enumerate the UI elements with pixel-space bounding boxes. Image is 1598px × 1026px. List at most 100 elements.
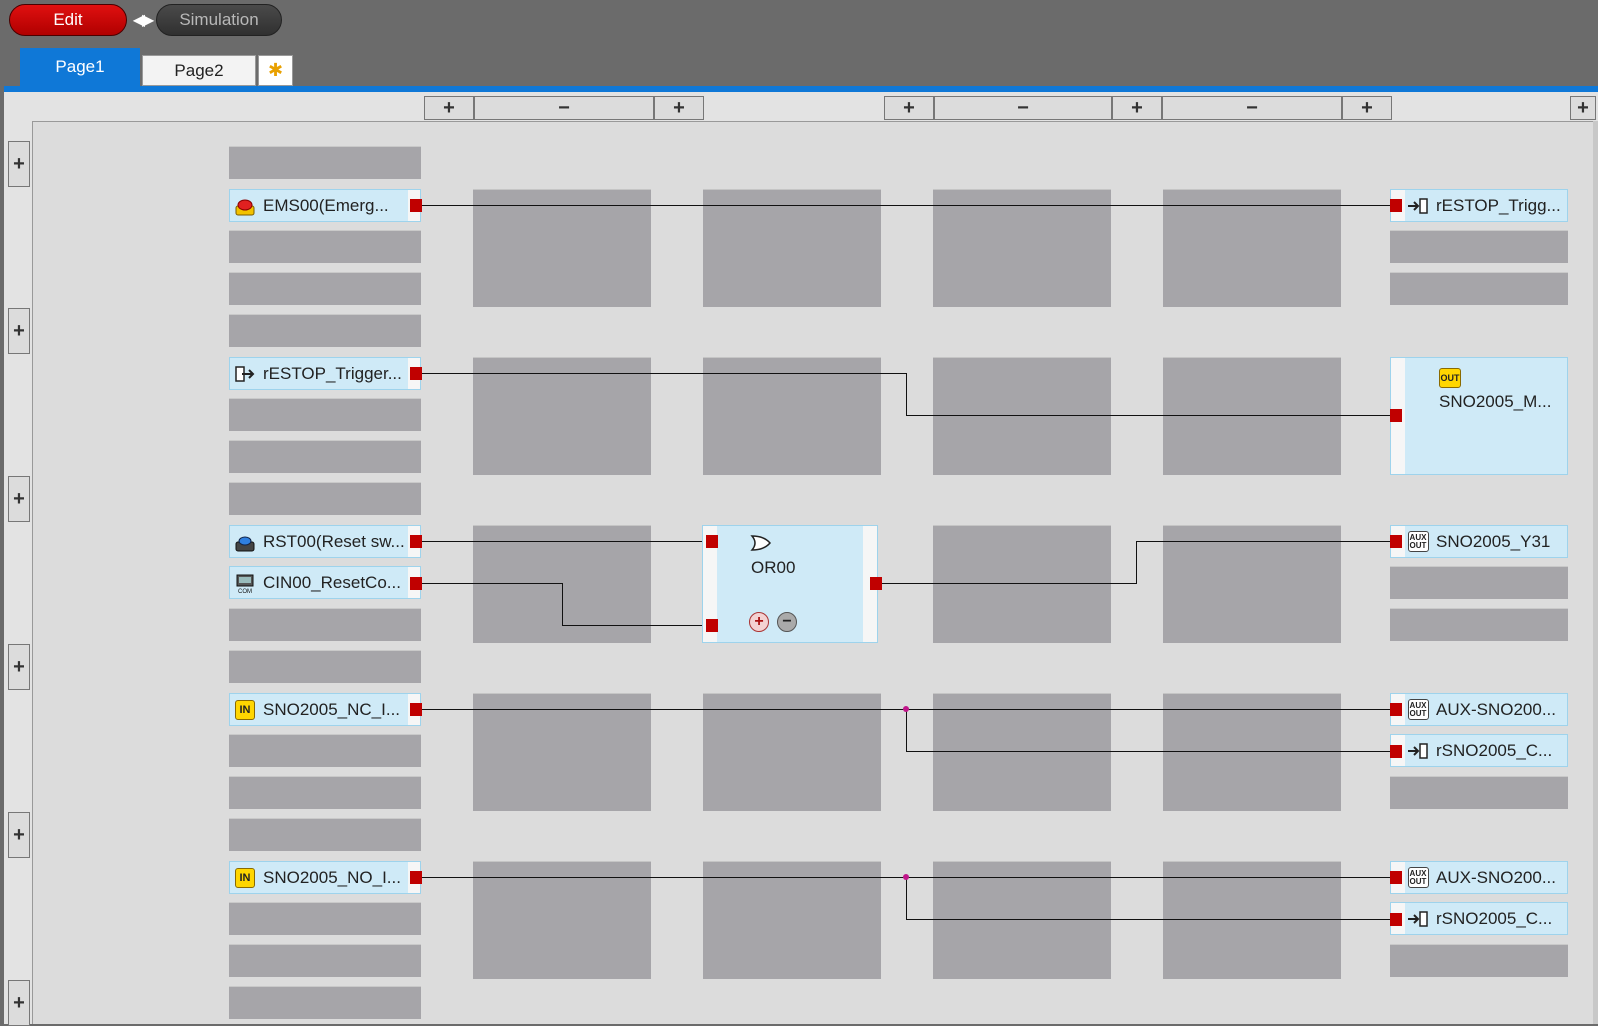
empty-function-slot[interactable] [473, 189, 651, 307]
row-add-button[interactable]: + [8, 476, 30, 522]
empty-input-slot[interactable] [229, 650, 421, 683]
empty-function-slot[interactable] [703, 693, 881, 811]
input-pin[interactable] [1390, 745, 1402, 758]
input-block-sno2005-nc[interactable]: IN SNO2005_NC_I... [229, 693, 421, 726]
empty-function-slot[interactable] [703, 189, 881, 307]
input-block-cin00[interactable]: COM CIN00_ResetCo... [229, 566, 421, 599]
empty-input-slot[interactable] [229, 986, 421, 1019]
empty-function-slot[interactable] [1163, 357, 1341, 475]
empty-output-slot[interactable] [1390, 776, 1568, 809]
output-block-aux-sno-2[interactable]: AUX OUT AUX-SNO200... [1390, 861, 1568, 894]
empty-input-slot[interactable] [229, 902, 421, 935]
input-pin[interactable] [1390, 913, 1402, 926]
column-add-button[interactable]: + [1570, 96, 1596, 120]
input-block-sno2005-no[interactable]: IN SNO2005_NO_I... [229, 861, 421, 894]
connection-wire[interactable] [421, 205, 1390, 206]
empty-input-slot[interactable] [229, 734, 421, 767]
connection-wire[interactable] [1136, 541, 1137, 584]
input-pin[interactable] [1390, 409, 1402, 422]
output-block-rsno-c-1[interactable]: rSNO2005_C... [1390, 734, 1568, 767]
empty-function-slot[interactable] [473, 357, 651, 475]
empty-function-slot[interactable] [473, 861, 651, 979]
output-pin[interactable] [870, 577, 882, 590]
output-pin[interactable] [410, 535, 422, 548]
column-add-button[interactable]: + [1342, 96, 1392, 120]
connection-wire[interactable] [906, 877, 907, 919]
output-pin[interactable] [410, 199, 422, 212]
empty-function-slot[interactable] [703, 861, 881, 979]
add-input-icon[interactable]: + [749, 612, 769, 632]
function-block-or00[interactable]: OR00 + − [702, 525, 878, 643]
connection-wire[interactable] [906, 751, 1390, 752]
mode-toggle-icon[interactable]: ◀▶ [130, 8, 155, 32]
empty-output-slot[interactable] [1390, 272, 1568, 305]
output-block-sno2005-y31[interactable]: AUX OUT SNO2005_Y31 [1390, 525, 1568, 558]
connection-wire[interactable] [562, 625, 708, 626]
column-remove-button[interactable]: − [934, 96, 1112, 120]
empty-output-slot[interactable] [1390, 608, 1568, 641]
output-pin[interactable] [410, 367, 422, 380]
empty-input-slot[interactable] [229, 146, 421, 179]
input-block-restop-trigger[interactable]: rESTOP_Trigger... [229, 357, 421, 390]
output-block-sno2005-m[interactable]: OUT SNO2005_M... [1390, 357, 1568, 475]
empty-function-slot[interactable] [703, 357, 881, 475]
empty-input-slot[interactable] [229, 944, 421, 977]
input-block-rst00[interactable]: RST00(Reset sw... [229, 525, 421, 558]
empty-input-slot[interactable] [229, 608, 421, 641]
connection-wire[interactable] [878, 583, 1136, 584]
row-add-button[interactable]: + [8, 308, 30, 354]
tab-page1[interactable]: Page1 [20, 48, 140, 86]
empty-input-slot[interactable] [229, 776, 421, 809]
edit-mode-button[interactable]: Edit [9, 4, 127, 36]
connection-wire[interactable] [562, 583, 563, 625]
empty-input-slot[interactable] [229, 440, 421, 473]
empty-function-slot[interactable] [1163, 189, 1341, 307]
empty-input-slot[interactable] [229, 398, 421, 431]
empty-input-slot[interactable] [229, 272, 421, 305]
column-add-button[interactable]: + [654, 96, 704, 120]
output-pin[interactable] [410, 871, 422, 884]
input-block-ems00[interactable]: EMS00(Emerg... [229, 189, 421, 222]
row-add-button[interactable]: + [8, 141, 30, 187]
row-add-button[interactable]: + [8, 980, 30, 1026]
column-remove-button[interactable]: − [1162, 96, 1342, 120]
empty-output-slot[interactable] [1390, 230, 1568, 263]
connection-wire[interactable] [906, 709, 907, 751]
empty-input-slot[interactable] [229, 314, 421, 347]
empty-function-slot[interactable] [933, 525, 1111, 643]
add-page-tab-icon[interactable]: ✱ [258, 55, 293, 86]
connection-wire[interactable] [421, 373, 907, 374]
connection-wire[interactable] [421, 541, 708, 542]
output-pin[interactable] [410, 703, 422, 716]
empty-function-slot[interactable] [933, 189, 1111, 307]
input-pin[interactable] [1390, 535, 1402, 548]
empty-function-slot[interactable] [1163, 861, 1341, 979]
empty-output-slot[interactable] [1390, 566, 1568, 599]
empty-function-slot[interactable] [473, 693, 651, 811]
column-add-button[interactable]: + [1112, 96, 1162, 120]
row-add-button[interactable]: + [8, 644, 30, 690]
empty-function-slot[interactable] [1163, 525, 1341, 643]
output-block-rsno-c-2[interactable]: rSNO2005_C... [1390, 902, 1568, 935]
empty-input-slot[interactable] [229, 482, 421, 515]
connection-wire[interactable] [906, 415, 1390, 416]
input-pin[interactable] [1390, 703, 1402, 716]
input-pin[interactable] [706, 619, 718, 632]
connection-wire[interactable] [421, 583, 562, 584]
empty-function-slot[interactable] [1163, 693, 1341, 811]
empty-output-slot[interactable] [1390, 944, 1568, 977]
empty-function-slot[interactable] [933, 357, 1111, 475]
empty-function-slot[interactable] [933, 861, 1111, 979]
connection-wire[interactable] [906, 919, 1390, 920]
simulation-mode-button[interactable]: Simulation [156, 4, 282, 36]
input-pin[interactable] [706, 535, 718, 548]
empty-input-slot[interactable] [229, 818, 421, 851]
column-add-button[interactable]: + [884, 96, 934, 120]
empty-function-slot[interactable] [933, 693, 1111, 811]
row-add-button[interactable]: + [8, 812, 30, 858]
output-block-aux-sno-1[interactable]: AUX OUT AUX-SNO200... [1390, 693, 1568, 726]
output-block-restop-trigg[interactable]: rESTOP_Trigg... [1390, 189, 1568, 222]
column-remove-button[interactable]: − [474, 96, 654, 120]
input-pin[interactable] [1390, 199, 1402, 212]
output-pin[interactable] [410, 577, 422, 590]
